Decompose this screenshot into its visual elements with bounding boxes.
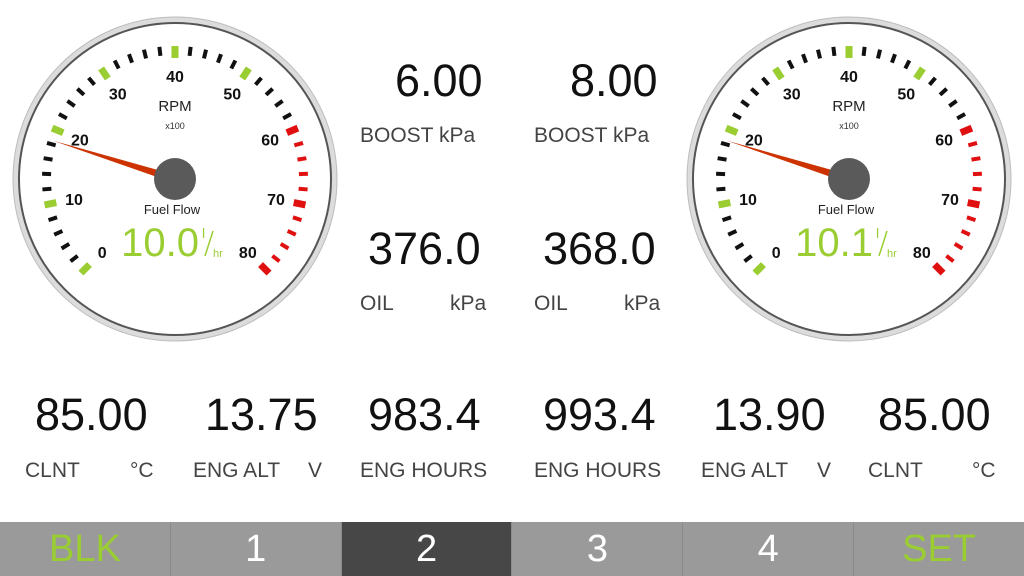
gauge-tick	[42, 186, 52, 192]
gauge-tick	[717, 199, 732, 209]
oil-left-value: 376.0	[368, 223, 481, 274]
coolant-right-label: CLNT	[868, 459, 923, 482]
gauge-tick	[721, 215, 732, 223]
nav-button-page-4[interactable]: 4	[683, 522, 855, 576]
gauge-tick	[47, 215, 58, 223]
rpm-gauge-right: 0 10 20 30 40 50 60 70 80 RPM x100 Fuel Flow 10.1 l hr	[679, 16, 1019, 346]
gauge-tick	[967, 140, 978, 148]
gauge-tick	[292, 199, 307, 209]
engine-hours-left-value: 983.4	[368, 389, 481, 440]
gauge-scale-label: 30	[109, 86, 127, 103]
engine-hours-right-label: ENG HOURS	[534, 459, 662, 482]
gauge-scale-label: 60	[935, 133, 953, 150]
fuel-flow-unit-denominator: hr	[887, 248, 897, 260]
engine-hours-left-label: ENG HOURS	[360, 459, 488, 482]
boost-right-value: 8.00	[570, 55, 658, 106]
oil-right-unit: kPa	[624, 292, 661, 315]
fuel-flow-unit-numerator: l	[202, 225, 205, 241]
gauge-tick	[831, 46, 837, 57]
gauge-scale-label: 40	[840, 69, 858, 86]
gauge-scale-label: 0	[772, 245, 781, 262]
oil-right-label: OIL	[534, 292, 568, 315]
gauge-scale-label: 80	[913, 245, 931, 262]
nav-button-page-2[interactable]: 2	[341, 522, 513, 576]
gauge-tick	[46, 140, 57, 148]
gauge-tick	[717, 156, 727, 162]
gauge-title: RPM	[832, 98, 865, 115]
fuel-flow-label: Fuel Flow	[818, 202, 875, 217]
gauge-tick	[971, 156, 981, 162]
fuel-flow-unit-denominator: hr	[213, 248, 223, 260]
gauge-multiplier: x100	[165, 121, 185, 131]
rpm-gauge-left: 0 10 20 30 40 50 60 70 80 RPM x100 Fuel Flow 10.0 l hr	[5, 16, 345, 346]
nav-button-page-3[interactable]: 3	[512, 522, 684, 576]
gauge-scale-label: 40	[166, 69, 184, 86]
boost-left-value: 6.00	[395, 55, 483, 106]
gauge-scale-label: 50	[897, 86, 915, 103]
engine-hours-right-value: 993.4	[543, 389, 656, 440]
gauge-scale-label: 30	[783, 86, 801, 103]
alternator-right-label: ENG ALT	[701, 459, 789, 482]
fuel-flow-value: 10.0	[121, 221, 199, 265]
gauge-tick	[297, 156, 307, 162]
gauge-tick	[292, 215, 303, 223]
gauge-tick	[187, 46, 193, 57]
gauge-scale-label: 70	[941, 192, 959, 209]
gauge-scale-label: 70	[267, 192, 285, 209]
fuel-flow-label: Fuel Flow	[144, 202, 201, 217]
nav-button-set[interactable]: SET	[854, 522, 1024, 576]
gauge-scale-label: 80	[239, 245, 257, 262]
gauge-tick	[298, 186, 308, 192]
oil-left-unit: kPa	[450, 292, 487, 315]
coolant-left-label: CLNT	[25, 459, 80, 482]
gauge-tick	[972, 186, 982, 192]
coolant-right-unit: °C	[972, 459, 996, 482]
gauge-scale-label: 50	[223, 86, 241, 103]
gauge-tick	[43, 156, 53, 162]
coolant-left-value: 85.00	[35, 389, 148, 440]
oil-left-label: OIL	[360, 292, 394, 315]
coolant-right-value: 85.00	[878, 389, 991, 440]
gauge-hub	[154, 158, 196, 200]
gauge-tick	[716, 186, 726, 192]
gauge-title: RPM	[158, 98, 191, 115]
gauge-tick	[50, 124, 65, 136]
gauge-scale-label: 0	[98, 245, 107, 262]
gauge-tick	[43, 199, 58, 209]
nav-button-blk[interactable]: BLK	[0, 522, 171, 576]
rpm-gauge-right-dial: 01020304050607080RPMx100Fuel Flow10.1 lhr	[686, 16, 1012, 342]
gauge-tick	[293, 140, 304, 148]
boost-right-label: BOOST kPa	[534, 124, 650, 147]
gauge-scale-label: 10	[65, 192, 83, 209]
gauge-tick	[142, 49, 148, 59]
gauge-tick	[861, 46, 867, 57]
rpm-gauge-left-dial: 01020304050607080RPMx100Fuel Flow10.0 lhr	[12, 16, 338, 342]
fuel-flow-value: 10.1	[795, 221, 873, 265]
gauge-hub	[828, 158, 870, 200]
gauge-scale-label: 10	[739, 192, 757, 209]
gauge-scale-label: 60	[261, 133, 279, 150]
nav-button-page-1[interactable]: 1	[170, 522, 342, 576]
coolant-left-unit: °C	[130, 459, 154, 482]
alternator-right-value: 13.90	[713, 389, 826, 440]
gauge-tick	[966, 215, 977, 223]
bottom-nav-bar: BLK 1 2 3 4 SET	[0, 522, 1024, 576]
alternator-left-label: ENG ALT	[193, 459, 281, 482]
gauge-tick	[966, 199, 981, 209]
alternator-left-unit: V	[308, 459, 323, 482]
gauge-tick	[816, 49, 822, 59]
gauge-tick	[959, 124, 974, 136]
alternator-left-value: 13.75	[205, 389, 318, 440]
alternator-right-unit: V	[817, 459, 832, 482]
gauge-multiplier: x100	[839, 121, 859, 131]
gauge-tick	[285, 124, 300, 136]
gauge-tick	[720, 140, 731, 148]
boost-left-label: BOOST kPa	[360, 124, 476, 147]
fuel-flow-unit-numerator: l	[876, 225, 879, 241]
gauge-tick	[157, 46, 163, 57]
gauge-tick	[876, 49, 882, 59]
gauge-tick	[724, 124, 739, 136]
gauge-tick	[202, 49, 208, 59]
oil-right-value: 368.0	[543, 223, 656, 274]
